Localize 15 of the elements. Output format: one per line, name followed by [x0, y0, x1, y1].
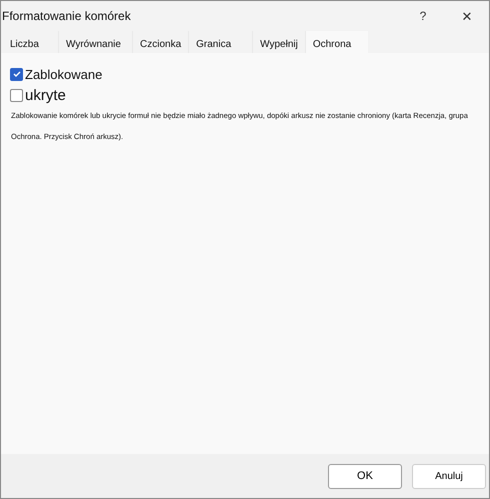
help-button[interactable]: ?	[401, 1, 445, 31]
checkmark-icon	[12, 69, 22, 79]
tab[interactable]: Wyrównanie	[59, 31, 133, 53]
window-title: Fformatowanie komórek	[1, 9, 132, 23]
checkbox-label: Zablokowane	[25, 66, 102, 82]
tab[interactable]: Liczba	[3, 31, 59, 53]
tab[interactable]: Granica	[189, 31, 254, 53]
checkbox-label: ukryte	[25, 86, 66, 104]
cancel-button[interactable]: Anuluj	[412, 464, 486, 488]
close-button[interactable]: ✕	[445, 1, 489, 31]
checkbox[interactable]	[10, 88, 23, 102]
ok-button[interactable]: OK	[328, 464, 402, 488]
tab[interactable]: Czcionka	[133, 31, 190, 53]
checkbox[interactable]	[10, 68, 23, 80]
tab[interactable]: Ochrona	[306, 31, 368, 53]
